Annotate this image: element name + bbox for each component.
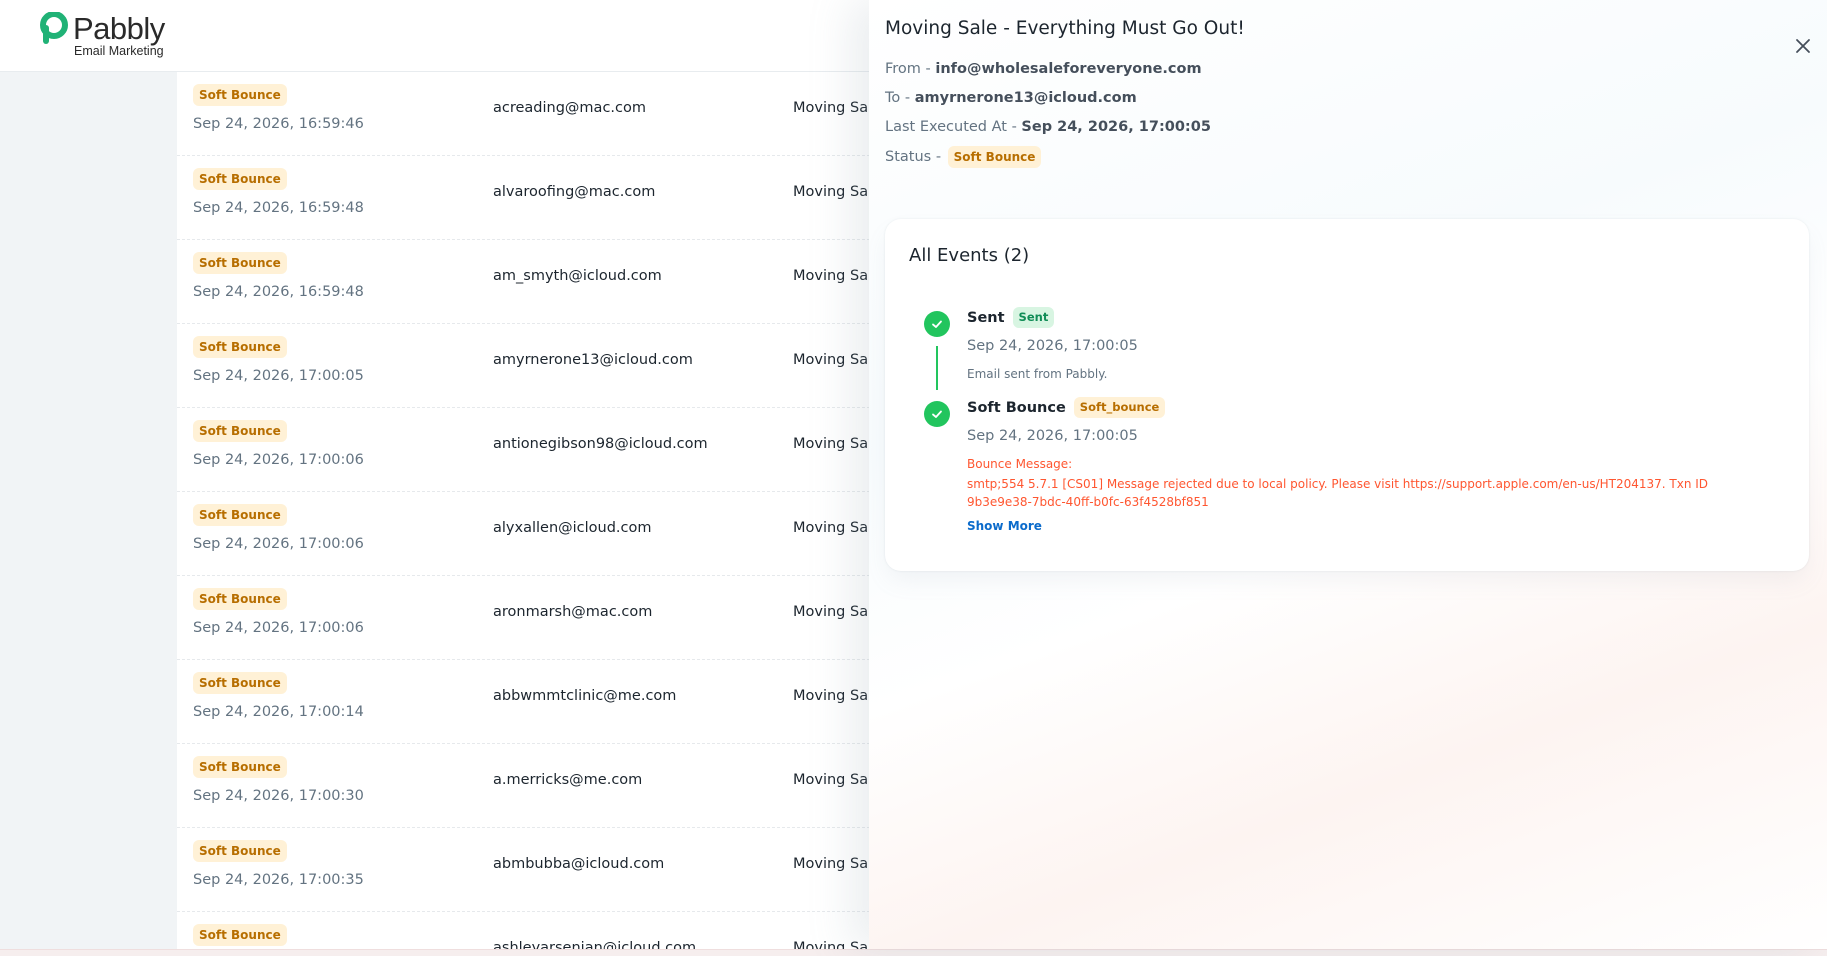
table-row[interactable]: Soft Bounce Sep 24, 2026, 17:00:05 amyrner… (177, 324, 870, 408)
row-subject: Moving Sale (793, 604, 870, 620)
pabbly-logo[interactable]: Pabbly Email Marketing (38, 12, 165, 58)
events-card: All Events (2) Sent Sent Sep 24, 2026, 1… (885, 219, 1809, 571)
from-value: info@wholesaleforeveryone.com (935, 61, 1202, 77)
event-bounce-title: Soft Bounce Soft_bounce (967, 397, 1166, 418)
row-date: Sep 24, 2026, 16:59:48 (193, 200, 364, 216)
logo-subtitle: Email Marketing (74, 44, 164, 58)
show-more-link[interactable]: Show More (967, 519, 1042, 533)
status-badge: Soft Bounce (193, 84, 287, 106)
row-email: acreading@mac.com (493, 100, 646, 116)
table-row[interactable]: Soft Bounce Sep 24, 2026, 17:00:06 aronmar… (177, 576, 870, 660)
row-subject: Moving Sale (793, 856, 870, 872)
from-line: From - info@wholesaleforeveryone.com (885, 61, 1202, 77)
bounce-message-label: Bounce Message: (967, 457, 1073, 471)
row-subject: Moving Sale (793, 100, 870, 116)
check-icon (924, 401, 950, 427)
event-description: Email sent from Pabbly. (967, 367, 1108, 381)
row-date: Sep 24, 2026, 16:59:46 (193, 116, 364, 132)
row-subject: Moving Sale (793, 940, 870, 949)
status-line: Status - Soft Bounce (885, 146, 1042, 168)
status-label: Status - (885, 149, 946, 165)
check-icon (924, 311, 950, 337)
event-title-label: Soft Bounce (967, 399, 1066, 416)
event-title-label: Sent (967, 309, 1005, 326)
row-subject: Moving Sale (793, 184, 870, 200)
event-badge: Soft_bounce (1073, 397, 1166, 418)
row-subject: Moving Sale (793, 268, 870, 284)
status-badge: Soft Bounce (193, 756, 287, 778)
status-badge: Soft Bounce (193, 588, 287, 610)
row-email: alyxallen@icloud.com (493, 520, 652, 536)
row-email: abmbubba@icloud.com (493, 856, 665, 872)
status-badge: Soft Bounce (193, 672, 287, 694)
event-date: Sep 24, 2026, 17:00:05 (967, 338, 1138, 354)
row-date: Sep 24, 2026, 17:00:14 (193, 704, 364, 720)
row-subject: Moving Sale (793, 772, 870, 788)
table-row[interactable]: Soft Bounce Sep 24, 2026, 17:00:30 a.merri… (177, 744, 870, 828)
executed-label: Last Executed At - (885, 119, 1022, 135)
row-email: am_smyth@icloud.com (493, 268, 662, 284)
table-row[interactable]: Soft Bounce Sep 24, 2026, 17:00:06 alyxall… (177, 492, 870, 576)
events-title: All Events (2) (909, 245, 1030, 266)
status-badge: Soft Bounce (193, 252, 287, 274)
executed-value: Sep 24, 2026, 17:00:05 (1021, 119, 1211, 135)
table-row[interactable]: Soft Bounce Sep 24, 2026, 16:59:46 acreadi… (177, 72, 870, 156)
row-date: Sep 24, 2026, 17:00:05 (193, 368, 364, 384)
status-badge: Soft Bounce (193, 420, 287, 442)
row-date: Sep 24, 2026, 17:00:06 (193, 452, 364, 468)
pabbly-logo-icon (40, 12, 68, 44)
status-badge: Soft Bounce (193, 840, 287, 862)
event-sent-title: Sent Sent (967, 307, 1055, 328)
timeline-connector (936, 346, 938, 390)
email-detail-drawer: Moving Sale - Everything Must Go Out! Fr… (869, 0, 1827, 949)
row-email: ashleyarsenian@icloud.com (493, 940, 697, 949)
to-value: amyrnerone13@icloud.com (914, 90, 1137, 106)
executed-line: Last Executed At - Sep 24, 2026, 17:00:0… (885, 119, 1211, 135)
row-email: amyrnerone13@icloud.com (493, 352, 693, 368)
row-email: antionegibson98@icloud.com (493, 436, 708, 452)
event-badge: Sent (1012, 307, 1055, 328)
table-row[interactable]: Soft Bounce Sep 24, 2026, 16:59:48 alvaroo… (177, 156, 870, 240)
status-badge: Soft Bounce (947, 146, 1042, 168)
row-date: Sep 24, 2026, 17:00:06 (193, 536, 364, 552)
row-date: Sep 24, 2026, 17:00:06 (193, 620, 364, 636)
row-email: aronmarsh@mac.com (493, 604, 653, 620)
logo-wordmark: Pabbly (73, 11, 165, 46)
app-header: Pabbly Email Marketing (0, 0, 870, 72)
status-badge: Soft Bounce (193, 336, 287, 358)
row-subject: Moving Sale (793, 352, 870, 368)
bottom-strip (0, 949, 1827, 956)
status-badge: Soft Bounce (193, 168, 287, 190)
row-email: abbwmmtclinic@me.com (493, 688, 677, 704)
row-subject: Moving Sale (793, 520, 870, 536)
row-email: a.merricks@me.com (493, 772, 643, 788)
table-row[interactable]: Soft Bounce Sep 24, 2026, 17:00:14 abbwmmt… (177, 660, 870, 744)
table-row[interactable]: Soft Bounce Sep 24, 2026, 17:00:35 abmbubb… (177, 828, 870, 912)
event-date: Sep 24, 2026, 17:00:05 (967, 428, 1138, 444)
row-date: Sep 24, 2026, 16:59:48 (193, 284, 364, 300)
close-icon[interactable] (1793, 36, 1813, 56)
status-badge: Soft Bounce (193, 924, 287, 946)
table-row[interactable]: Soft Bounce ashleyarsenian@icloud.com Movi… (177, 912, 870, 949)
drawer-title: Moving Sale - Everything Must Go Out! (885, 18, 1245, 39)
bounce-message-text: smtp;554 5.7.1 [CS01] Message rejected d… (967, 477, 1709, 509)
status-badge: Soft Bounce (193, 504, 287, 526)
to-line: To - amyrnerone13@icloud.com (885, 90, 1137, 106)
from-label: From - (885, 61, 936, 77)
row-email: alvaroofing@mac.com (493, 184, 656, 200)
table-row[interactable]: Soft Bounce Sep 24, 2026, 17:00:06 antione… (177, 408, 870, 492)
row-date: Sep 24, 2026, 17:00:30 (193, 788, 364, 804)
email-log-table: Soft Bounce Sep 24, 2026, 16:59:46 acreadi… (177, 72, 870, 949)
to-label: To - (885, 90, 915, 106)
left-gutter (0, 72, 177, 956)
row-subject: Moving Sale (793, 688, 870, 704)
row-date: Sep 24, 2026, 17:00:35 (193, 872, 364, 888)
row-subject: Moving Sale (793, 436, 870, 452)
table-row[interactable]: Soft Bounce Sep 24, 2026, 16:59:48 am_smyt… (177, 240, 870, 324)
